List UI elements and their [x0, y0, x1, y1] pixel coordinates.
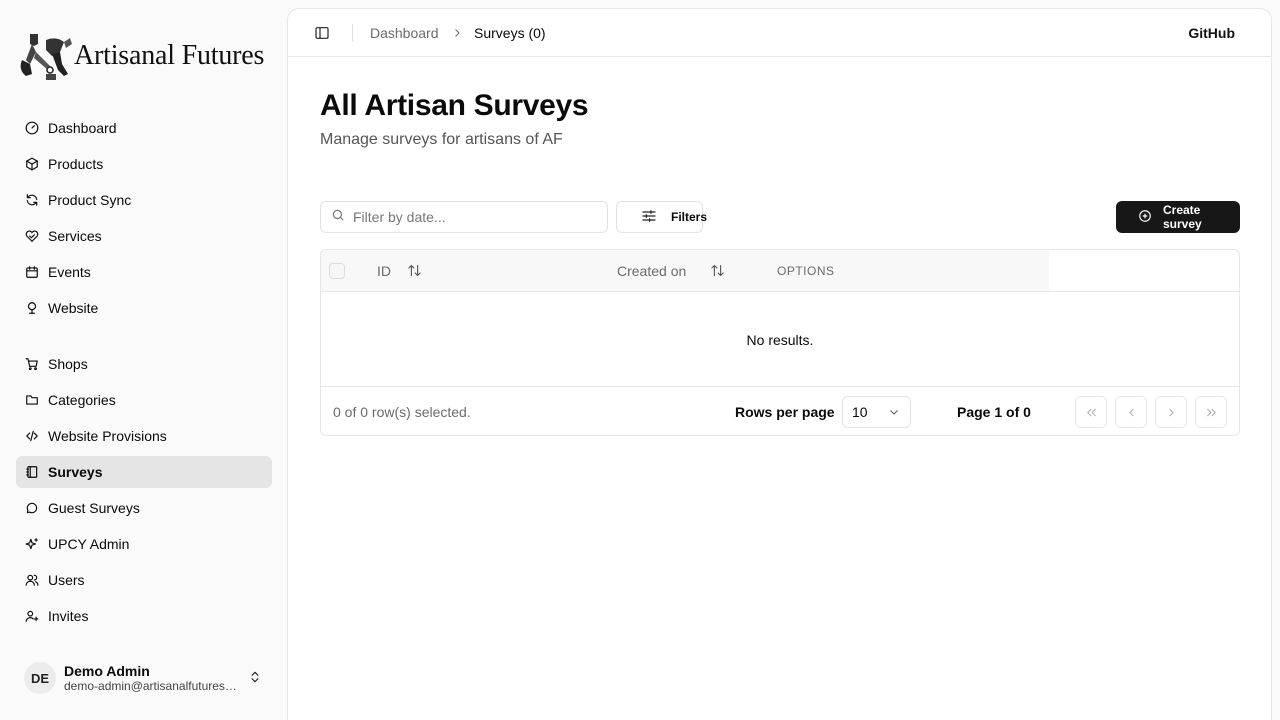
brand-logo-icon [20, 34, 72, 80]
sidebar-item-label: Dashboard [48, 120, 117, 136]
avatar: DE [24, 662, 56, 694]
chevrons-left-icon [1086, 408, 1096, 416]
chevron-left-icon [1128, 408, 1134, 416]
sidebar-item-label: UPCY Admin [48, 536, 130, 552]
user-info: Demo Admin demo-admin@artisanalfutures.o… [64, 663, 240, 693]
user-email: demo-admin@artisanalfutures.org [64, 679, 240, 693]
rows-per-page-label: Rows per page [735, 404, 835, 420]
create-survey-label: Create survey [1163, 203, 1202, 231]
sidebar-toggle-icon[interactable] [314, 25, 330, 41]
create-survey-button[interactable]: Create survey [1116, 201, 1240, 233]
surveys-table: ID Created on OPTIONS No results. 0 of 0… [320, 249, 1240, 436]
gauge-icon [24, 120, 40, 136]
plus-circle-icon [1138, 209, 1152, 226]
breadcrumb-dashboard[interactable]: Dashboard [370, 25, 439, 41]
globe-stand-icon [24, 300, 40, 316]
secondary-nav: Shops Categories Website Provisions Surv… [16, 348, 272, 636]
rows-per-page-value: 10 [852, 404, 868, 420]
chevron-right-icon [451, 26, 465, 40]
sidebar-item-label: Products [48, 156, 104, 172]
sidebar-item-website-provisions[interactable]: Website Provisions [16, 420, 272, 452]
sidebar-item-label: Services [48, 228, 102, 244]
sidebar-item-upcy-admin[interactable]: UPCY Admin [16, 528, 272, 560]
brand[interactable]: Artisanal Futures [16, 30, 264, 82]
sidebar-item-dashboard[interactable]: Dashboard [16, 112, 272, 144]
refresh-icon [24, 192, 40, 208]
heart-handshake-icon [24, 228, 40, 244]
chevrons-up-down-icon [248, 670, 264, 686]
sidebar-item-label: Website [48, 300, 99, 316]
page-info: Page 1 of 0 [957, 404, 1031, 420]
sort-arrows-icon[interactable] [407, 263, 423, 279]
filters-button[interactable]: Filters [616, 201, 707, 233]
sidebar-item-surveys[interactable]: Surveys [16, 456, 272, 488]
folder-icon [24, 392, 40, 408]
select-all-checkbox[interactable] [329, 263, 345, 279]
search-input[interactable] [353, 209, 593, 225]
sidebar-item-products[interactable]: Products [16, 148, 272, 180]
sliders-icon [641, 208, 657, 227]
users-icon [24, 572, 40, 588]
first-page-button[interactable] [1075, 396, 1107, 428]
sparkles-icon [24, 536, 40, 552]
sidebar-item-label: Product Sync [48, 192, 132, 208]
sidebar-item-label: Guest Surveys [48, 500, 140, 516]
cart-icon [24, 356, 40, 372]
sidebar-item-categories[interactable]: Categories [16, 384, 272, 416]
last-page-button[interactable] [1195, 396, 1227, 428]
breadcrumb-current: Surveys (0) [474, 25, 546, 41]
column-header-id[interactable]: ID [377, 263, 391, 279]
previous-page-button[interactable] [1115, 396, 1147, 428]
column-header-options: OPTIONS [777, 264, 835, 278]
main-panel: Dashboard Surveys (0) GitHub All Artisan… [287, 8, 1272, 720]
sidebar-item-label: Invites [48, 608, 89, 624]
sidebar-item-shops[interactable]: Shops [16, 348, 272, 380]
user-plus-icon [24, 608, 40, 624]
selection-count: 0 of 0 row(s) selected. [333, 404, 471, 420]
divider [321, 386, 1239, 387]
notebook-icon [24, 464, 40, 480]
sidebar-item-website[interactable]: Website [16, 292, 272, 324]
empty-state: No results. [746, 331, 814, 348]
sidebar-item-invites[interactable]: Invites [16, 600, 272, 632]
sidebar-item-label: Users [48, 572, 85, 588]
column-header-created-on[interactable]: Created on [617, 263, 686, 279]
package-icon [24, 156, 40, 172]
sidebar-item-label: Website Provisions [48, 428, 167, 444]
chevron-down-icon [890, 410, 898, 415]
page-subtitle: Manage surveys for artisans of AF [320, 131, 563, 148]
search-icon [331, 208, 345, 227]
brand-name: Artisanal Futures [74, 40, 265, 71]
divider [352, 24, 353, 42]
next-page-button[interactable] [1155, 396, 1187, 428]
top-bar: Dashboard Surveys (0) GitHub [288, 9, 1271, 57]
primary-nav: Dashboard Products Product Sync Services… [16, 112, 272, 328]
sidebar-item-label: Categories [48, 392, 116, 408]
chevron-right-icon [1168, 408, 1174, 416]
sidebar-item-users[interactable]: Users [16, 564, 272, 596]
sidebar-item-events[interactable]: Events [16, 256, 272, 288]
chevrons-right-icon [1206, 408, 1216, 416]
sidebar: Artisanal Futures Dashboard Products Pro… [0, 0, 287, 720]
user-menu[interactable]: DE Demo Admin demo-admin@artisanalfuture… [16, 656, 272, 700]
page-title: All Artisan Surveys [320, 89, 589, 122]
message-circle-icon [24, 500, 40, 516]
sidebar-item-label: Shops [48, 356, 88, 372]
rows-per-page-select[interactable]: 10 [842, 396, 911, 428]
sidebar-item-label: Events [48, 264, 91, 280]
filters-label: Filters [671, 210, 708, 224]
calendar-icon [24, 264, 40, 280]
sidebar-item-label: Surveys [48, 464, 103, 480]
sidebar-item-guest-surveys[interactable]: Guest Surveys [16, 492, 272, 524]
code-icon [24, 428, 40, 444]
sidebar-item-services[interactable]: Services [16, 220, 272, 252]
search-field[interactable] [320, 201, 608, 233]
sidebar-item-product-sync[interactable]: Product Sync [16, 184, 272, 216]
sort-arrows-icon[interactable] [710, 263, 726, 279]
github-link[interactable]: GitHub [1188, 25, 1235, 41]
user-name: Demo Admin [64, 663, 150, 679]
